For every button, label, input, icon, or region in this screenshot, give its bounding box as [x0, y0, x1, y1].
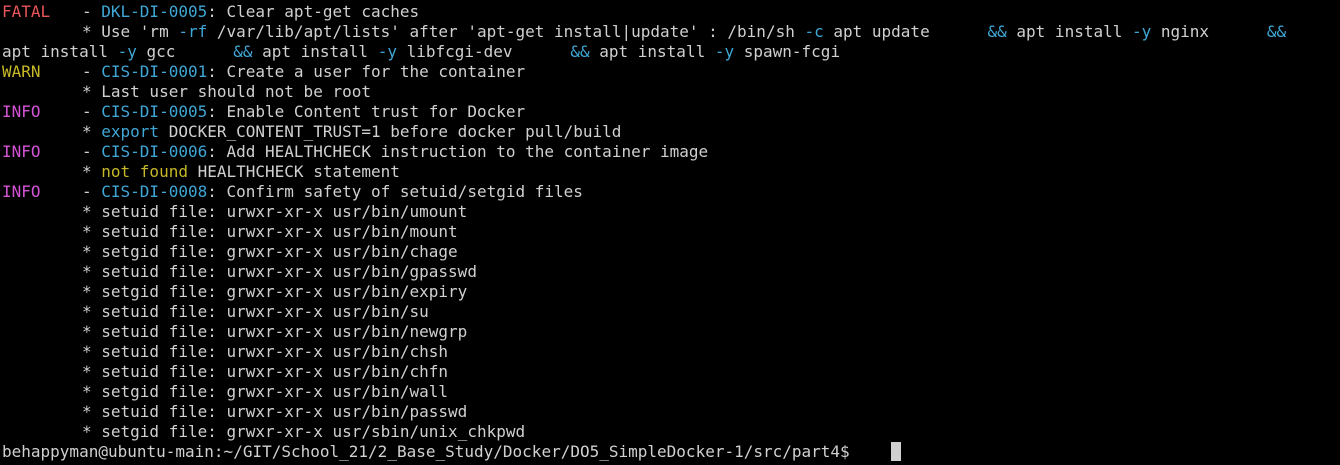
terminal-window[interactable]: FATAL - DKL-DI-0005: Clear apt-get caches…	[0, 0, 1340, 465]
level-info: INFO	[2, 142, 41, 161]
check-title: : Create a user for the container	[207, 62, 526, 81]
detail-flag: -c	[804, 22, 824, 41]
detail-text: libfcgi-dev	[396, 42, 571, 61]
setuid-file-line: * setuid file: urwxr-xr-x usr/bin/passwd	[82, 402, 468, 421]
detail-text: apt install	[252, 42, 378, 61]
dash: -	[82, 182, 102, 201]
check-code: DKL-DI-0005	[101, 2, 208, 21]
log-line-warn: WARN - CIS-DI-0001: Create a user for the…	[2, 62, 525, 82]
detail-text: apt update	[823, 22, 988, 41]
log-line-fatal: FATAL - DKL-DI-0005: Clear apt-get caches	[2, 2, 419, 22]
setuid-file-line: * setuid file: urwxr-xr-x usr/bin/mount	[82, 222, 458, 241]
shell-prompt[interactable]: behappyman@ubuntu-main:~/GIT/School_21/2…	[2, 442, 859, 462]
check-code: CIS-DI-0006	[101, 142, 208, 161]
level-info: INFO	[2, 182, 41, 201]
log-line-info: INFO - CIS-DI-0008: Confirm safety of set…	[2, 182, 583, 202]
detail-text: apt install	[1006, 22, 1132, 41]
check-code: CIS-DI-0005	[101, 102, 208, 121]
level-warn: WARN	[2, 62, 41, 81]
log-detail-wrapped: apt install -y gcc && apt install -y lib…	[2, 42, 840, 62]
detail-operator: &&	[1266, 22, 1287, 41]
setgid-file-line: * setgid file: grwxr-xr-x usr/sbin/unix_…	[82, 422, 526, 441]
detail-flag: -y	[377, 42, 397, 61]
setgid-file-line: * setgid file: grwxr-xr-x usr/bin/chage	[82, 242, 458, 261]
detail-text: nginx	[1151, 22, 1267, 41]
dash: -	[82, 62, 102, 81]
setgid-file-line: * setgid file: grwxr-xr-x usr/bin/wall	[82, 382, 449, 401]
detail-text: apt install	[589, 42, 715, 61]
setuid-file-line: * setuid file: urwxr-xr-x usr/bin/gpassw…	[82, 262, 477, 281]
log-detail: * Use 'rm -rf /var/lib/apt/lists' after …	[82, 22, 1286, 42]
detail-text: * Use 'rm	[82, 22, 179, 41]
check-code: CIS-DI-0008	[101, 182, 208, 201]
level-fatal: FATAL	[2, 2, 51, 21]
setuid-file-line: * setuid file: urwxr-xr-x usr/bin/chsh	[82, 342, 449, 361]
dash: -	[82, 142, 102, 161]
detail-bullet: *	[82, 162, 102, 181]
detail-text: spawn-fcgi	[734, 42, 841, 61]
dash: -	[82, 2, 102, 21]
check-title: : Enable Content trust for Docker	[207, 102, 526, 121]
detail-text: DOCKER_CONTENT_TRUST=1 before docker pul…	[159, 122, 622, 141]
setuid-file-line: * setuid file: urwxr-xr-x usr/bin/chfn	[82, 362, 449, 381]
setuid-file-line: * setuid file: urwxr-xr-x usr/bin/umount	[82, 202, 468, 221]
text-cursor[interactable]	[891, 442, 901, 461]
detail-flag: -rf	[178, 22, 208, 41]
setgid-file-line: * setgid file: grwxr-xr-x usr/bin/expiry	[82, 282, 468, 301]
detail-keyword: not found	[101, 162, 188, 181]
detail-keyword: export	[101, 122, 160, 141]
detail-flag: -y	[1132, 22, 1152, 41]
setuid-file-line: * setuid file: urwxr-xr-x usr/bin/newgrp	[82, 322, 468, 341]
detail-flag: -y	[117, 42, 137, 61]
log-line-info: INFO - CIS-DI-0006: Add HEALTHCHECK instr…	[2, 142, 708, 162]
detail-operator: &&	[987, 22, 1007, 41]
detail-operator: &&	[233, 42, 253, 61]
detail-text: HEALTHCHECK statement	[187, 162, 400, 181]
log-detail: * not found HEALTHCHECK statement	[82, 162, 400, 182]
check-title: : Add HEALTHCHECK instruction to the con…	[207, 142, 709, 161]
setuid-file-line: * setuid file: urwxr-xr-x usr/bin/su	[82, 302, 429, 321]
level-info: INFO	[2, 102, 41, 121]
check-title: : Confirm safety of setuid/setgid files	[207, 182, 583, 201]
detail-bullet: *	[82, 122, 102, 141]
log-line-info: INFO - CIS-DI-0005: Enable Content trust …	[2, 102, 525, 122]
detail-text: gcc	[136, 42, 234, 61]
log-detail: * Last user should not be root	[82, 82, 371, 101]
detail-text: /var/lib/apt/lists' after 'apt-get insta…	[207, 22, 805, 41]
check-title: : Clear apt-get caches	[207, 2, 420, 21]
detail-text: apt install	[2, 42, 118, 61]
check-code: CIS-DI-0001	[101, 62, 208, 81]
detail-operator: &&	[570, 42, 590, 61]
dash: -	[82, 102, 102, 121]
log-detail: * export DOCKER_CONTENT_TRUST=1 before d…	[82, 122, 621, 142]
detail-flag: -y	[714, 42, 735, 61]
